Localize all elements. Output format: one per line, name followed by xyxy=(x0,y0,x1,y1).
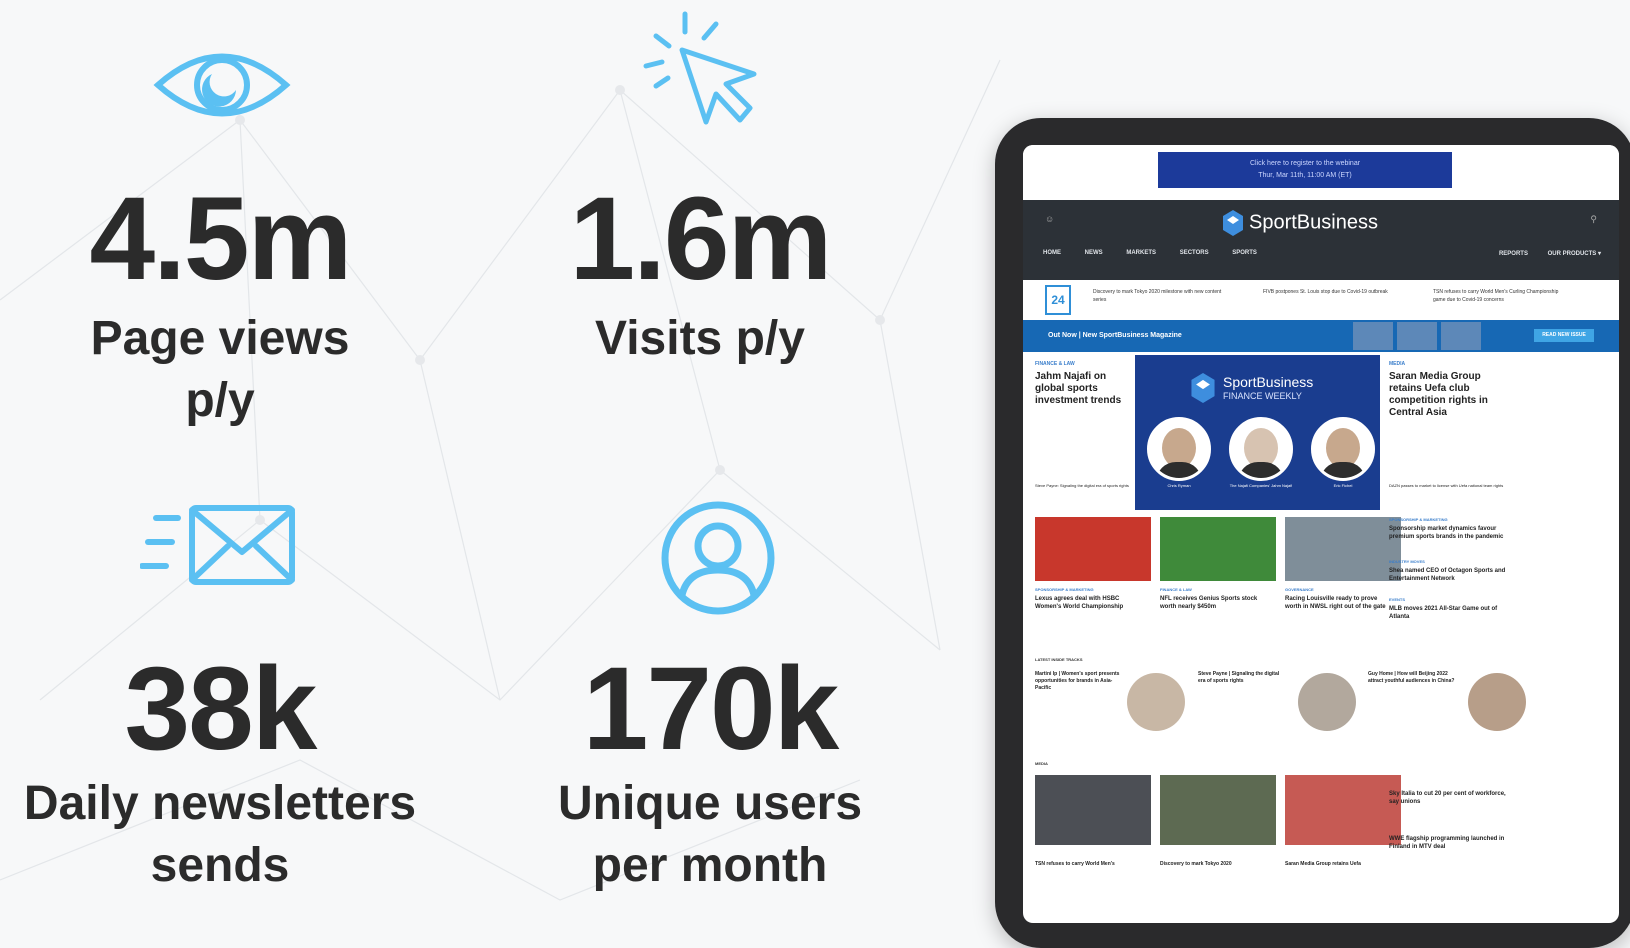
magazine-thumb xyxy=(1353,322,1393,350)
stat-value: 4.5m xyxy=(89,173,353,305)
stat-label: Unique users xyxy=(557,777,863,830)
tablet-screen: Click here to register to the webinar Th… xyxy=(1023,145,1619,923)
banner-text: Out Now | New SportBusiness Magazine xyxy=(1048,332,1182,339)
track-headline[interactable]: Martini Ip | Women's sport presents oppo… xyxy=(1035,671,1125,692)
nav-markets[interactable]: MARKETS xyxy=(1126,250,1156,256)
eye-icon xyxy=(153,53,291,117)
side-headline[interactable]: Sponsorship market dynamics favour premi… xyxy=(1389,525,1507,541)
right-sub[interactable]: DAZN passes to market to license with Ue… xyxy=(1389,483,1507,489)
article-image[interactable] xyxy=(1035,517,1151,581)
article-headline[interactable]: Racing Louisville ready to prove worth i… xyxy=(1285,595,1395,611)
avatar xyxy=(1229,417,1293,481)
stat-page-views: 4.5m Page views p/y xyxy=(40,180,400,432)
stat-value: 38k xyxy=(124,643,318,775)
feature-subtitle: FINANCE WEEKLY xyxy=(1223,391,1302,401)
tracks-label: LATEST INSIDE TRACKS xyxy=(1035,657,1083,662)
side-kicker: INDUSTRY MOVES xyxy=(1389,559,1425,564)
magazine-banner: Out Now | New SportBusiness Magazine REA… xyxy=(1023,320,1619,352)
stat-label: Daily newsletters xyxy=(23,777,417,830)
news-ticker: 24 Discovery to mark Tokyo 2020 mileston… xyxy=(1023,280,1619,321)
article-kicker: GOVERNANCE xyxy=(1285,587,1314,592)
main-nav: HOME NEWS MARKETS SECTORS SPORTS xyxy=(1043,250,1279,256)
article-image[interactable] xyxy=(1285,775,1401,845)
stat-label-line2: p/y xyxy=(185,374,255,427)
article-kicker: SPONSORSHIP & MARKETING xyxy=(1035,587,1094,592)
nav-sports[interactable]: SPORTS xyxy=(1232,250,1257,256)
ticker-item[interactable]: Discovery to mark Tokyo 2020 milestone w… xyxy=(1093,288,1228,304)
user-circle-icon xyxy=(661,501,775,615)
side-headline[interactable]: MLB moves 2021 All-Star Game out of Atla… xyxy=(1389,605,1507,621)
article-image[interactable] xyxy=(1285,517,1401,581)
nav-home[interactable]: HOME xyxy=(1043,250,1061,256)
ad-line2: Thur, Mar 11th, 11:00 AM (ET) xyxy=(1258,172,1352,179)
article-headline[interactable]: TSN refuses to carry World Men's xyxy=(1035,860,1151,868)
read-new-issue-button[interactable]: READ NEW ISSUE xyxy=(1534,329,1594,342)
feature-name: The Najafi Companies' Jahm Najafi xyxy=(1229,483,1293,488)
track-headline[interactable]: Guy Home | How will Beijing 2022 attract… xyxy=(1368,671,1458,685)
left-headline[interactable]: Jahm Najafi on global sports investment … xyxy=(1035,371,1130,407)
right-headline[interactable]: Saran Media Group retains Uefa club comp… xyxy=(1389,371,1507,419)
user-icon[interactable]: ☺ xyxy=(1045,214,1054,224)
side-kicker: EVENTS xyxy=(1389,597,1406,602)
media-label: MEDIA xyxy=(1035,761,1048,766)
mail-fast-icon xyxy=(140,505,295,585)
article-image[interactable] xyxy=(1160,775,1276,845)
banner-thumbs xyxy=(1353,322,1485,352)
ticker-item[interactable]: FIVB postpones St. Louis stop due to Cov… xyxy=(1263,288,1398,296)
track-headline[interactable]: Steve Payne | Signaling the digital era … xyxy=(1198,671,1288,685)
article-image[interactable] xyxy=(1035,775,1151,845)
magazine-thumb xyxy=(1441,322,1481,350)
feature-name: Eric Fichel xyxy=(1333,483,1353,488)
nav-news[interactable]: NEWS xyxy=(1085,250,1103,256)
article-headline[interactable]: Discovery to mark Tokyo 2020 xyxy=(1160,860,1276,868)
side-headline[interactable]: WWE flagship programming launched in Fin… xyxy=(1389,835,1507,851)
stat-value: 170k xyxy=(582,643,840,775)
stat-label: Visits p/y xyxy=(595,312,805,365)
avatar xyxy=(1468,673,1526,731)
site-header: ☺ SportBusiness ⚲ HOME NEWS MARKETS SECT… xyxy=(1023,200,1619,280)
nav-sectors[interactable]: SECTORS xyxy=(1180,250,1209,256)
ticker-item[interactable]: TSN refuses to carry World Men's Curling… xyxy=(1433,288,1568,304)
ad-strip: Click here to register to the webinar Th… xyxy=(1023,145,1619,200)
right-kicker: MEDIA xyxy=(1389,361,1406,367)
avatar xyxy=(1298,673,1356,731)
feature-name: Chris Ryman xyxy=(1167,483,1191,488)
webinar-ad[interactable]: Click here to register to the webinar Th… xyxy=(1158,152,1452,188)
feature-title: SportBusiness xyxy=(1223,374,1314,390)
magazine-thumb xyxy=(1397,322,1437,350)
article-headline[interactable]: Saran Media Group retains Uefa xyxy=(1285,860,1401,868)
search-icon[interactable]: ⚲ xyxy=(1590,214,1597,225)
stat-visits: 1.6m Visits p/y xyxy=(520,180,880,370)
avatar xyxy=(1311,417,1375,481)
left-sub[interactable]: Steve Payne: Signaling the digital era o… xyxy=(1035,483,1130,489)
side-kicker: SPONSORSHIP & MARKETING xyxy=(1389,517,1448,522)
ad-line1: Click here to register to the webinar xyxy=(1249,160,1361,167)
logo-mark-icon xyxy=(1191,373,1215,403)
date-box: 24 xyxy=(1045,285,1071,315)
cursor-click-icon xyxy=(643,11,757,125)
left-kicker: FINANCE & LAW xyxy=(1035,361,1075,367)
article-kicker: FINANCE & LAW xyxy=(1160,587,1192,592)
side-headline[interactable]: Shea named CEO of Octagon Sports and Ent… xyxy=(1389,567,1507,583)
avatar xyxy=(1127,673,1185,731)
feature-finance-weekly[interactable]: SportBusiness FINANCE WEEKLY Chris Ryman… xyxy=(1135,355,1380,510)
avatar xyxy=(1147,417,1211,481)
nav-right: REPORTS OUR PRODUCTS ▾ xyxy=(1481,250,1601,257)
article-headline[interactable]: Lexus agrees deal with HSBC Women's Worl… xyxy=(1035,595,1145,611)
nav-our-products[interactable]: OUR PRODUCTS ▾ xyxy=(1548,251,1601,257)
stat-unique-users: 170k Unique users per month xyxy=(510,650,910,897)
stat-label: Page views xyxy=(90,312,350,365)
stat-label-line2: per month xyxy=(592,839,828,892)
logo-text: SportBusiness xyxy=(1249,211,1378,234)
stat-label-line2: sends xyxy=(150,839,290,892)
article-image[interactable] xyxy=(1160,517,1276,581)
article-headline[interactable]: NFL receives Genius Sports stock worth n… xyxy=(1160,595,1270,611)
site-logo[interactable]: SportBusiness xyxy=(1223,210,1378,236)
stat-newsletters: 38k Daily newsletters sends xyxy=(0,650,440,897)
side-headline[interactable]: Sky Italia to cut 20 per cent of workfor… xyxy=(1389,790,1507,806)
nav-reports[interactable]: REPORTS xyxy=(1499,251,1528,257)
logo-mark-icon xyxy=(1223,210,1243,236)
stat-value: 1.6m xyxy=(569,173,833,305)
